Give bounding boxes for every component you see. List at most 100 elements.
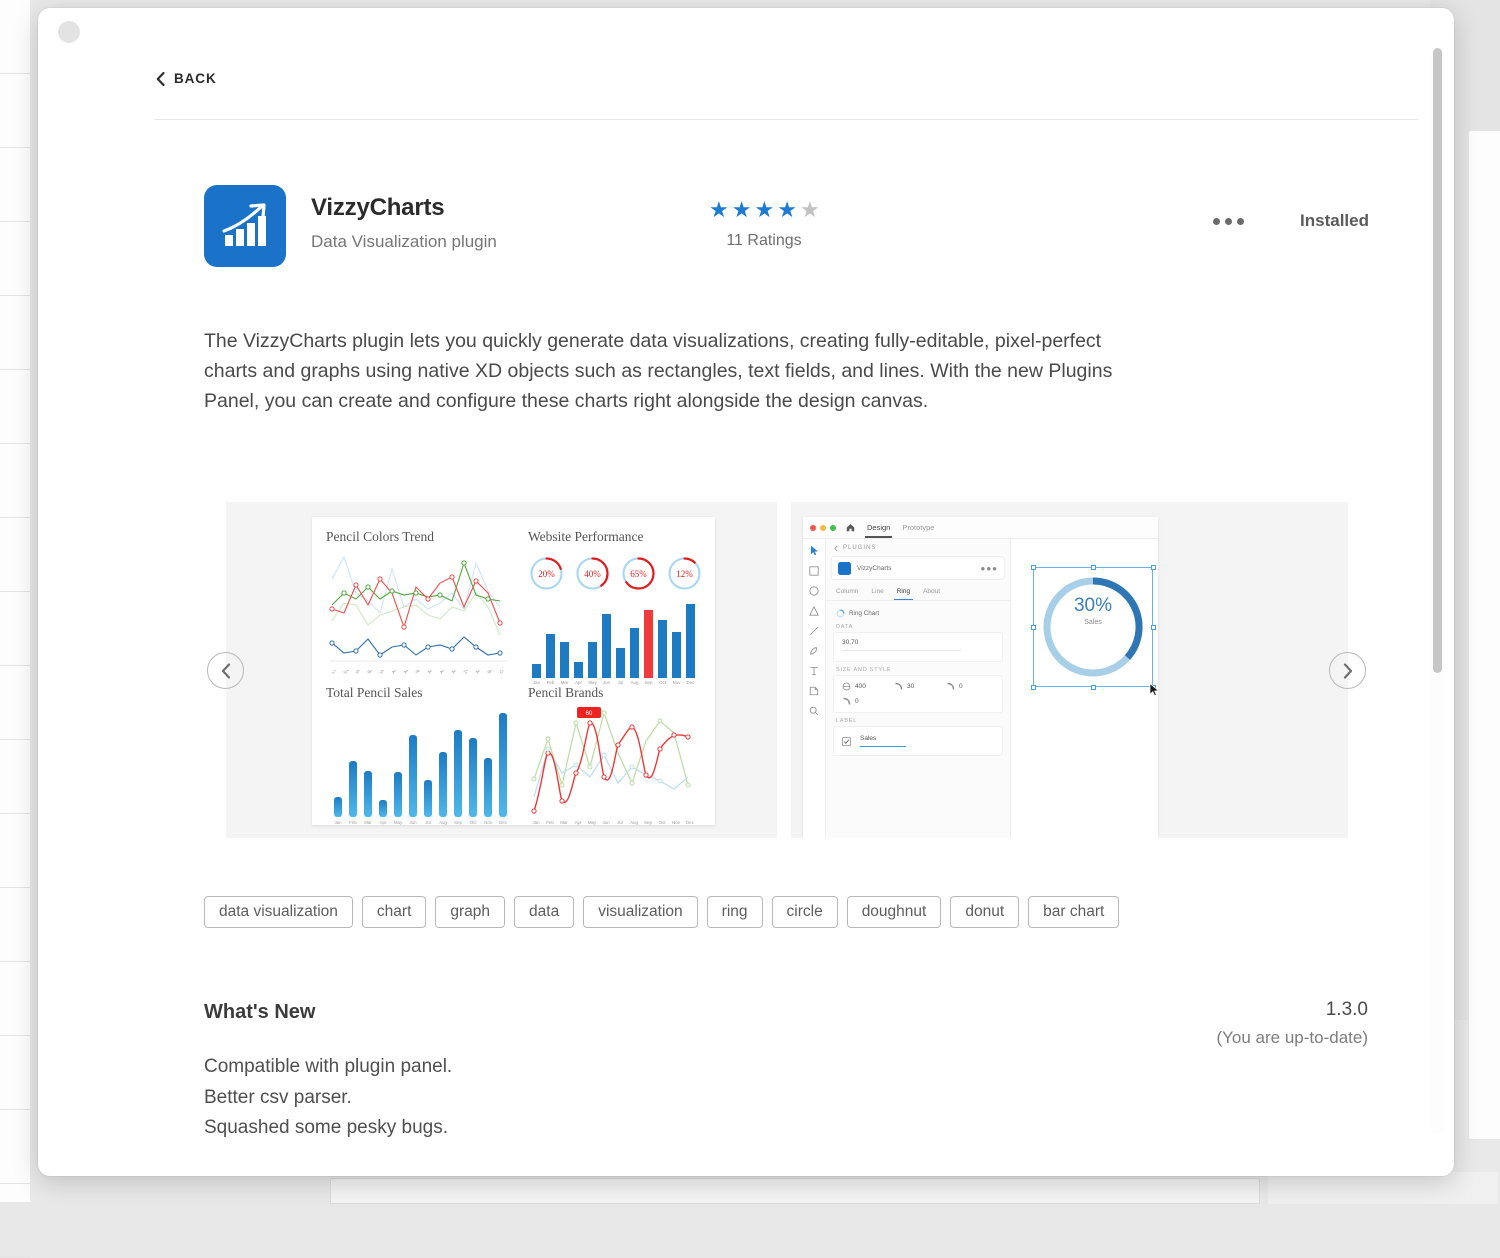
traffic-light-minimize-icon[interactable] bbox=[820, 525, 826, 531]
style-value: 400 bbox=[855, 683, 866, 690]
tag-chip[interactable]: ring bbox=[707, 896, 763, 928]
xd-plugin-row[interactable]: VizzyCharts ●●● bbox=[832, 557, 1004, 579]
tag-chip[interactable]: data bbox=[514, 896, 574, 928]
input-underline-active bbox=[860, 746, 906, 747]
plugin-subtitle: Data Visualization plugin bbox=[311, 232, 497, 252]
resize-handle-w[interactable] bbox=[1031, 625, 1036, 630]
input-underline bbox=[842, 650, 961, 651]
xd-tool-sidebar bbox=[803, 539, 826, 838]
carousel-prev-button[interactable] bbox=[207, 652, 244, 689]
svg-text:Apr: Apr bbox=[575, 820, 582, 825]
xd-tab-prototype[interactable]: Prototype bbox=[902, 523, 934, 532]
line-chart-svg: 60 JanFebMar AprMayJun JulAugSep OctNovD… bbox=[528, 705, 706, 827]
svg-text:May: May bbox=[394, 820, 403, 825]
background-strip-bottom-right bbox=[1268, 1172, 1498, 1204]
svg-text:Apr: Apr bbox=[380, 820, 387, 825]
svg-text:Anton: Anton bbox=[474, 670, 484, 674]
chart-pencil-colors-trend: Pencil Colors Trend bbox=[326, 529, 516, 701]
svg-text:Jul: Jul bbox=[425, 820, 431, 825]
svg-text:Jan: Jan bbox=[334, 820, 342, 825]
svg-text:Lucille: Lucille bbox=[330, 670, 341, 674]
back-button[interactable]: BACK bbox=[154, 68, 219, 89]
style-field-diameter[interactable]: 400 bbox=[842, 682, 890, 691]
plugin-name: VizzyCharts bbox=[857, 565, 975, 572]
chevron-left-icon bbox=[220, 663, 232, 679]
resize-handle-e[interactable] bbox=[1151, 625, 1156, 630]
tab-about[interactable]: About bbox=[923, 588, 940, 600]
line-chart-svg bbox=[326, 549, 514, 665]
ellipsis-icon[interactable] bbox=[1207, 212, 1250, 231]
xd-tab-design[interactable]: Design bbox=[867, 523, 890, 532]
tag-chip[interactable]: donut bbox=[950, 896, 1019, 928]
tag-chip[interactable]: circle bbox=[772, 896, 838, 928]
carousel-slide-2[interactable]: Design Prototype bbox=[791, 502, 1348, 838]
xd-panel-breadcrumb[interactable]: PLUGINS bbox=[826, 539, 1010, 557]
plugin-title-block: VizzyCharts Data Visualization plugin bbox=[311, 194, 497, 252]
xd-canvas[interactable]: 30% Sales bbox=[1011, 539, 1158, 838]
svg-text:Jul: Jul bbox=[617, 820, 623, 825]
style-row-2: 0 bbox=[842, 697, 994, 706]
ellipsis-icon[interactable]: ●●● bbox=[981, 564, 999, 573]
carousel-next-button[interactable] bbox=[1329, 652, 1366, 689]
tab-line[interactable]: Line bbox=[871, 588, 883, 600]
chart-website-performance: Website Performance 20% bbox=[528, 529, 708, 691]
tag-chip[interactable]: doughnut bbox=[847, 896, 942, 928]
ring-gauge-value: 20% bbox=[528, 555, 565, 592]
svg-text:Bekka: Bekka bbox=[486, 670, 497, 674]
data-section-label: DATA bbox=[826, 618, 1010, 633]
plugin-icon bbox=[204, 185, 286, 267]
tag-chip[interactable]: data visualization bbox=[204, 896, 353, 928]
resize-handle-s[interactable] bbox=[1091, 685, 1096, 690]
svg-text:Oct: Oct bbox=[659, 820, 667, 825]
install-state-label: Installed bbox=[1300, 211, 1369, 231]
tag-chip[interactable]: bar chart bbox=[1028, 896, 1119, 928]
pen-icon[interactable] bbox=[809, 646, 819, 656]
resize-handle-sw[interactable] bbox=[1031, 685, 1036, 690]
zoom-icon[interactable] bbox=[809, 706, 819, 716]
ring-gauge-value: 65% bbox=[620, 555, 657, 592]
artboard-icon[interactable] bbox=[809, 686, 819, 696]
traffic-light-zoom-icon[interactable] bbox=[830, 525, 836, 531]
style-section-label: SIZE AND STYLE bbox=[826, 661, 1010, 676]
star-icon-2: ★ bbox=[732, 197, 755, 222]
ellipse-icon[interactable] bbox=[809, 586, 819, 596]
chart-type-row: Ring Chart bbox=[826, 601, 1010, 618]
svg-text:Aug: Aug bbox=[439, 820, 447, 825]
star-icon-3: ★ bbox=[754, 197, 777, 222]
tab-ring[interactable]: Ring bbox=[897, 588, 910, 600]
data-input-card[interactable]: 30,70 bbox=[834, 633, 1002, 661]
svg-text:Zoltan: Zoltan bbox=[462, 670, 473, 674]
polygon-icon[interactable] bbox=[809, 606, 819, 616]
tab-column[interactable]: Column bbox=[836, 588, 858, 600]
style-value: 0 bbox=[855, 698, 859, 705]
version-status-note: (You are up-to-date) bbox=[1216, 1028, 1368, 1048]
ring-gauge-value: 12% bbox=[666, 555, 703, 592]
home-icon[interactable] bbox=[846, 523, 855, 532]
chart-title: Total Pencil Sales bbox=[326, 685, 516, 701]
resize-handle-n[interactable] bbox=[1091, 565, 1096, 570]
resize-handle-nw[interactable] bbox=[1031, 565, 1036, 570]
style-field-gap[interactable]: 0 bbox=[946, 682, 994, 691]
star-icon-5: ★ bbox=[800, 197, 823, 222]
ring-gauge: 12% bbox=[666, 555, 703, 592]
xd-titlebar: Design Prototype bbox=[803, 517, 1158, 539]
label-card[interactable]: Sales bbox=[834, 727, 1002, 755]
tag-chip[interactable]: graph bbox=[435, 896, 505, 928]
data-input-value: 30,70 bbox=[842, 639, 994, 646]
style-field-rotation[interactable]: 0 bbox=[842, 697, 896, 706]
rectangle-icon[interactable] bbox=[809, 566, 819, 576]
tag-chip[interactable]: chart bbox=[362, 896, 426, 928]
ring-gauge: 65% bbox=[620, 555, 657, 592]
resize-handle-ne[interactable] bbox=[1151, 565, 1156, 570]
star-rating: ★★★★★ bbox=[709, 199, 819, 221]
traffic-light-close-icon[interactable] bbox=[810, 525, 816, 531]
style-field-thickness[interactable]: 30 bbox=[894, 682, 942, 691]
tag-chip[interactable]: visualization bbox=[583, 896, 697, 928]
line-icon[interactable] bbox=[809, 626, 819, 636]
carousel-slide-1[interactable]: Pencil Colors Trend bbox=[226, 502, 777, 838]
select-icon[interactable] bbox=[810, 545, 819, 556]
checkbox-checked-icon[interactable] bbox=[842, 737, 851, 746]
selection-bounding-box[interactable] bbox=[1033, 567, 1153, 687]
style-card: 400 30 0 bbox=[834, 676, 1002, 712]
text-icon[interactable] bbox=[809, 666, 819, 676]
